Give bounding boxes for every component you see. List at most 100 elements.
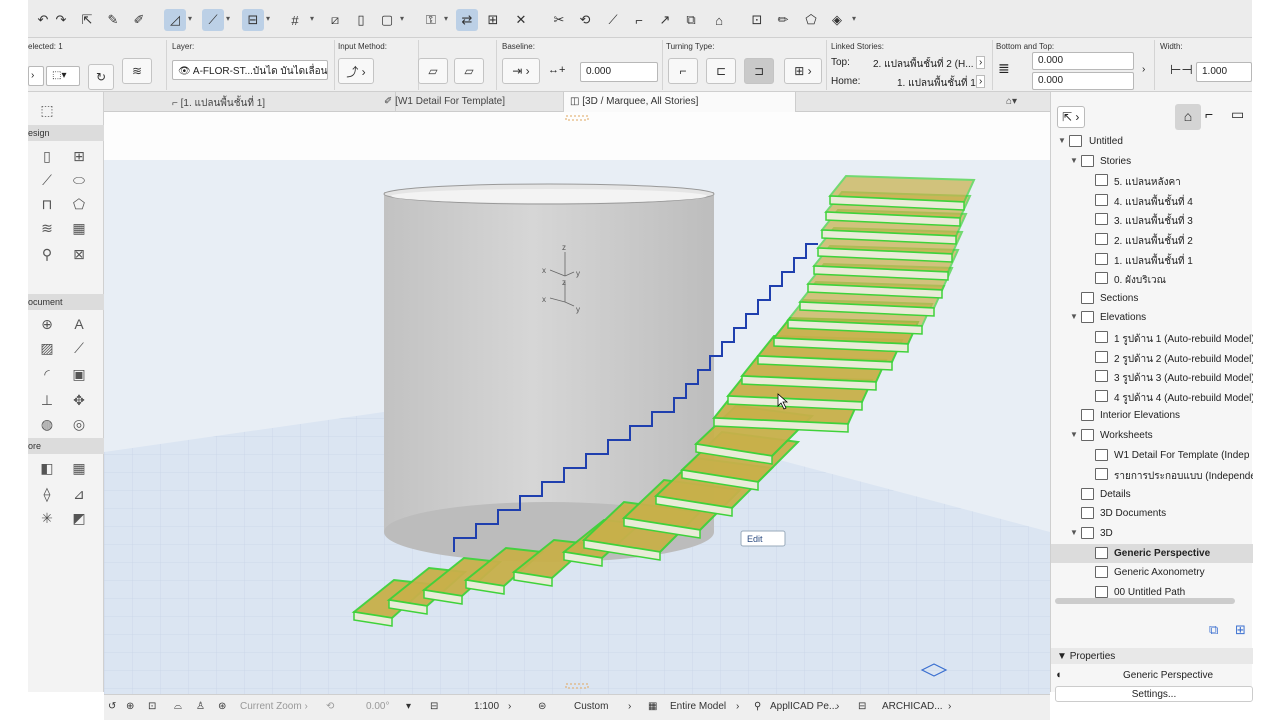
project-map-icon[interactable]: ⌂: [1175, 104, 1201, 130]
zoom-in-icon[interactable]: ⊕: [126, 701, 134, 712]
cut-plane-icon[interactable]: ⊞: [482, 9, 504, 31]
curtain-wall-tool-icon[interactable]: ▦: [68, 218, 90, 238]
camera-tool-icon[interactable]: ◩: [68, 508, 90, 528]
dimension-tool-icon[interactable]: ⊕: [36, 314, 58, 334]
chevron-right-icon[interactable]: ›: [948, 701, 951, 712]
explode-icon[interactable]: ◈: [826, 9, 848, 31]
tree-item[interactable]: 1 รูปด้าน 1 (Auto-rebuild Model): [1051, 328, 1253, 347]
paint-icon[interactable]: ✏: [772, 9, 794, 31]
top-offset-field[interactable]: 0.000: [1032, 72, 1134, 90]
offset-icon[interactable]: ↗: [654, 9, 676, 31]
design-section-header[interactable]: esign: [28, 125, 104, 141]
dimension-value[interactable]: ARCHICAD...: [882, 701, 943, 712]
chevron-down-icon[interactable]: ▾: [266, 14, 270, 23]
3d-viewport[interactable]: z x y z x y Edit: [104, 112, 1050, 694]
walk-icon[interactable]: ♙: [196, 701, 205, 712]
tree-scrollbar[interactable]: [1055, 598, 1235, 604]
triangle-down-icon[interactable]: ▼: [1070, 430, 1078, 439]
wall-tool-icon[interactable]: ▯: [36, 146, 58, 166]
triangle-down-icon[interactable]: ▼: [1058, 136, 1066, 145]
grid-snap-icon[interactable]: #: [284, 9, 306, 31]
baseline-field[interactable]: 0.000: [580, 62, 658, 82]
layer-dropdown[interactable]: 👁 A-FLOR-ST...บันได บันไดเลื่อน ›: [172, 60, 328, 80]
bottom-top-chevron[interactable]: ›: [1142, 64, 1145, 75]
inject-icon[interactable]: ✐: [128, 9, 150, 31]
rotate-icon[interactable]: ↻: [88, 64, 114, 90]
tab-3d[interactable]: ◫ [3D / Marquee, All Stories]: [564, 92, 796, 112]
eyedropper-icon[interactable]: ✎: [102, 9, 124, 31]
tree-item[interactable]: ▼ Stories: [1051, 152, 1253, 171]
width-field[interactable]: 1.000: [1196, 62, 1252, 82]
renovation-value[interactable]: ApplICAD Pe...: [770, 701, 837, 712]
split-icon[interactable]: ⟲: [574, 9, 596, 31]
orbit-icon[interactable]: ⌓: [174, 701, 182, 712]
select-3d-icon[interactable]: ⇄: [456, 9, 478, 31]
settings-button[interactable]: Settings...: [1055, 686, 1253, 702]
tree-item[interactable]: ▼ Worksheets: [1051, 426, 1253, 445]
chevron-down-icon[interactable]: ▾: [444, 14, 448, 23]
layout-book-icon[interactable]: ▭: [1231, 106, 1244, 123]
trim-icon[interactable]: ✂: [548, 9, 570, 31]
section-icon[interactable]: ⬠: [800, 9, 822, 31]
mesh-tool-icon[interactable]: ▦: [68, 458, 90, 478]
chevron-down-icon[interactable]: ▾: [406, 701, 411, 712]
figure-tool-icon[interactable]: ▣: [68, 364, 90, 384]
tab-worksheet[interactable]: ✐ [W1 Detail For Template]: [378, 92, 564, 112]
edit-label[interactable]: Edit: [747, 534, 763, 544]
home-story-chevron[interactable]: ›: [976, 75, 986, 88]
clone-folder-icon[interactable]: ⧉: [1209, 622, 1218, 638]
navigator-menu-button[interactable]: ⇱ ›: [1057, 106, 1085, 128]
tree-item[interactable]: 1. แปลนพื้นชั้นที่ 1: [1051, 250, 1253, 269]
tree-item[interactable]: ▼ 3D: [1051, 524, 1253, 543]
chevron-down-icon[interactable]: ▾: [852, 14, 856, 23]
turning-type-3-button[interactable]: ⊐: [744, 58, 774, 84]
baseline-button[interactable]: ⇥ ›: [502, 58, 540, 84]
pick-icon[interactable]: ⇱: [76, 9, 98, 31]
zone-tool-icon[interactable]: ⊠: [68, 244, 90, 264]
tree-item[interactable]: W1 Detail For Template (Indep: [1051, 446, 1253, 465]
fill-tool-icon[interactable]: ▨: [36, 338, 58, 358]
arc-tool-icon[interactable]: ◜: [36, 364, 58, 384]
turning-type-1-button[interactable]: ⌐: [668, 58, 698, 84]
home-story-value[interactable]: 1. แปลนพื้นชั้นที่ 1: [897, 76, 976, 91]
tree-item[interactable]: รายการประกอบแบบ (Independe: [1051, 465, 1253, 484]
pen-set-value[interactable]: Custom: [574, 701, 608, 712]
orbit-icon[interactable]: ✕: [510, 9, 532, 31]
door-tool-icon[interactable]: ◧: [36, 458, 58, 478]
tree-item[interactable]: 3 รูปด้าน 3 (Auto-rebuild Model): [1051, 367, 1253, 386]
new-folder-icon[interactable]: ⊞: [1235, 622, 1246, 638]
scale-value[interactable]: 1:100: [474, 701, 499, 712]
tab-floor-plan[interactable]: ⌐ [1. แปลนพื้นชั้นที่ 1]: [166, 92, 396, 112]
current-zoom[interactable]: Current Zoom ›: [240, 701, 308, 712]
railing-tool-icon[interactable]: ⚲: [36, 244, 58, 264]
chevron-right-icon[interactable]: ›: [508, 701, 511, 712]
model-filter-value[interactable]: Entire Model: [670, 701, 726, 712]
stair-flight-button[interactable]: ▱: [454, 58, 484, 84]
arrow-tool-icon[interactable]: ⬚: [36, 100, 58, 120]
lamp-tool-icon[interactable]: ✳: [36, 508, 58, 528]
magic-wand-icon[interactable]: ▯: [350, 9, 372, 31]
undo-zoom-icon[interactable]: ↺: [108, 701, 116, 712]
document-section-header[interactable]: ocument: [28, 294, 104, 310]
shell-tool-icon[interactable]: ⬠: [68, 194, 90, 214]
morph-tool-icon[interactable]: ⟠: [36, 484, 58, 504]
suspend-groups-icon[interactable]: ▢: [376, 9, 398, 31]
lock-icon[interactable]: ⚿: [420, 9, 442, 31]
chevron-right-icon[interactable]: ›: [736, 701, 739, 712]
chevron-down-icon[interactable]: ▾: [226, 14, 230, 23]
window-tool-icon[interactable]: ⊞: [68, 146, 90, 166]
stair-shape-button[interactable]: ▱: [418, 58, 448, 84]
roof-tool-icon[interactable]: ⊓: [36, 194, 58, 214]
view-options-button[interactable]: ⌂▾: [1000, 92, 1050, 112]
angle-value[interactable]: 0.00°: [366, 701, 389, 712]
tree-item[interactable]: 4. แปลนพื้นชั้นที่ 4: [1051, 191, 1253, 210]
intersect-icon[interactable]: ⌐: [628, 9, 650, 31]
section-tool-icon[interactable]: ◍: [36, 414, 58, 434]
properties-header[interactable]: ▼ Properties: [1051, 648, 1253, 664]
adjust-icon[interactable]: ⟋: [602, 9, 624, 31]
chevron-down-icon[interactable]: ▾: [400, 14, 404, 23]
tree-item[interactable]: 3D Documents: [1051, 504, 1253, 523]
turning-type-2-button[interactable]: ⊏: [706, 58, 736, 84]
more-section-header[interactable]: ore: [28, 438, 104, 454]
grid-element-icon[interactable]: ⊿: [68, 484, 90, 504]
